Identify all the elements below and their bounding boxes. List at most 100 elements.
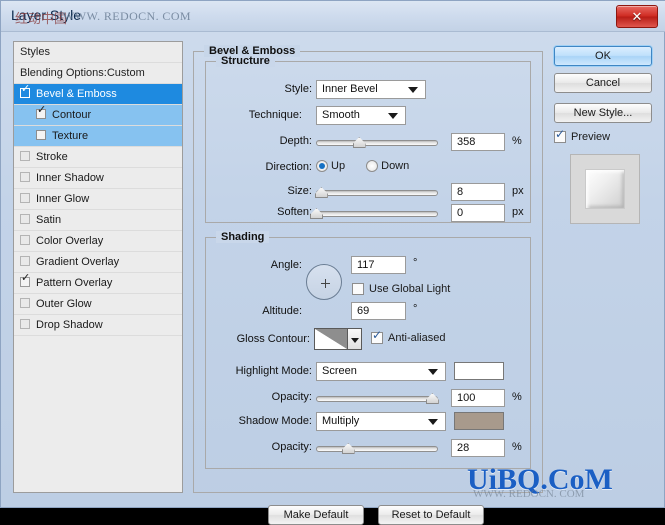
highlight-mode-select[interactable]: Screen [316, 362, 446, 381]
style-enable-checkbox[interactable] [20, 319, 30, 330]
angle-input[interactable]: 117 [351, 256, 406, 274]
style-enable-checkbox[interactable] [20, 214, 30, 225]
direction-label: Direction: [265, 161, 312, 173]
sidebar-item-bevel-emboss[interactable]: Bevel & Emboss [14, 84, 182, 105]
style-enable-checkbox[interactable] [20, 172, 30, 183]
chevron-down-icon [388, 113, 398, 119]
highlight-opacity-input[interactable]: 100 [451, 389, 505, 407]
title-watermark-url: WWW. REDOCN. COM [63, 9, 191, 23]
style-item-label: Satin [36, 214, 62, 226]
angle-label: Angle: [270, 259, 302, 271]
style-item-label: Stroke [36, 151, 68, 163]
preview-checkbox-row[interactable]: Preview [554, 128, 652, 145]
style-enable-checkbox[interactable] [36, 130, 46, 141]
shadow-mode-select[interactable]: Multiply [316, 412, 446, 431]
style-enable-checkbox[interactable] [20, 298, 30, 309]
highlight-opacity-slider-track [316, 396, 438, 402]
depth-input[interactable]: 358 [451, 133, 505, 151]
shadow-mode-value: Multiply [322, 415, 360, 427]
chevron-down-icon [428, 419, 438, 425]
soften-slider[interactable] [310, 208, 438, 219]
altitude-input[interactable]: 69 [351, 302, 406, 320]
make-default-button[interactable]: Make Default [268, 505, 364, 525]
depth-label: Depth: [279, 135, 312, 147]
depth-unit: % [512, 135, 522, 147]
style-enable-checkbox[interactable] [20, 256, 30, 267]
shadow-color-swatch[interactable] [454, 412, 504, 430]
style-enable-checkbox[interactable] [20, 193, 30, 204]
direction-down-radio[interactable] [366, 160, 379, 173]
sidebar-item-inner-glow[interactable]: Inner Glow [14, 189, 182, 210]
style-item-label: Gradient Overlay [36, 256, 120, 268]
soften-unit: px [512, 206, 524, 218]
highlight-opacity-unit: % [512, 391, 522, 403]
chevron-down-icon [408, 87, 418, 93]
style-enable-checkbox[interactable] [20, 235, 30, 246]
title-bar: Layer Style 红动中国 WWW. REDOCN. COM ✕ [1, 1, 665, 32]
sidebar-item-contour[interactable]: Contour [14, 105, 182, 126]
use-global-light-label: Use Global Light [369, 283, 451, 296]
soften-input[interactable]: 0 [451, 204, 505, 222]
size-slider-thumb[interactable] [314, 187, 328, 198]
use-global-light-control[interactable]: Use Global Light [352, 283, 451, 296]
style-enable-checkbox[interactable] [20, 84, 30, 99]
depth-slider[interactable] [316, 137, 438, 148]
sidebar-item-texture[interactable]: Texture [14, 126, 182, 147]
anti-aliased-checkbox[interactable] [371, 329, 383, 345]
anti-aliased-label: Anti-aliased [388, 332, 446, 345]
direction-up-radio[interactable] [316, 160, 328, 173]
shadow-opacity-slider[interactable] [316, 443, 438, 454]
anti-aliased-control[interactable]: Anti-aliased [371, 329, 446, 345]
style-enable-checkbox[interactable] [20, 151, 30, 162]
style-select[interactable]: Inner Bevel [316, 80, 426, 99]
styles-list-panel[interactable]: Styles Blending Options:Custom Bevel & E… [13, 41, 183, 493]
direction-radio-group[interactable]: Up Down [316, 160, 427, 173]
shadow-opacity-input[interactable]: 28 [451, 439, 505, 457]
sidebar-item-outer-glow[interactable]: Outer Glow [14, 294, 182, 315]
sidebar-item-stroke[interactable]: Stroke [14, 147, 182, 168]
sidebar-item-drop-shadow[interactable]: Drop Shadow [14, 315, 182, 336]
style-enable-checkbox[interactable] [36, 105, 46, 120]
preview-checkbox[interactable] [554, 128, 566, 144]
highlight-mode-label: Highlight Mode: [235, 365, 312, 377]
use-global-light-checkbox[interactable] [352, 283, 364, 296]
shadow-opacity-slider-thumb[interactable] [341, 443, 355, 454]
ok-button[interactable]: OK [554, 46, 652, 66]
new-style-button[interactable]: New Style... [554, 103, 652, 123]
gloss-contour-dropdown[interactable] [348, 328, 362, 350]
close-button[interactable]: ✕ [616, 5, 658, 28]
structure-group-title: Structure [216, 55, 275, 67]
highlight-opacity-slider-thumb[interactable] [425, 393, 439, 404]
technique-select[interactable]: Smooth [316, 106, 406, 125]
style-item-label: Inner Glow [36, 193, 90, 205]
style-item-label: Bevel & Emboss [36, 88, 117, 100]
highlight-opacity-slider[interactable] [316, 393, 439, 404]
sidebar-item-color-overlay[interactable]: Color Overlay [14, 231, 182, 252]
gloss-contour-swatch[interactable] [314, 328, 348, 350]
direction-row: Direction: Up Down [206, 158, 532, 178]
style-enable-checkbox[interactable] [20, 273, 30, 288]
sidebar-item-inner-shadow[interactable]: Inner Shadow [14, 168, 182, 189]
sidebar-item-satin[interactable]: Satin [14, 210, 182, 231]
preview-thumbnail-shape [585, 169, 625, 209]
highlight-mode-row: Highlight Mode: Screen [206, 362, 532, 382]
sidebar-item-blending-options[interactable]: Blending Options:Custom [14, 63, 182, 84]
use-global-light-row[interactable]: Use Global Light [206, 280, 532, 300]
shadow-opacity-row: Opacity: 28 % [206, 438, 532, 458]
preview-thumbnail [570, 154, 640, 224]
size-input[interactable]: 8 [451, 183, 505, 201]
chevron-down-icon [351, 338, 359, 343]
cancel-button[interactable]: Cancel [554, 73, 652, 93]
soften-row: Soften: 0 px [206, 203, 532, 223]
direction-up-label: Up [331, 160, 346, 173]
sidebar-item-gradient-overlay[interactable]: Gradient Overlay [14, 252, 182, 273]
size-row: Size: 8 px [206, 182, 532, 202]
reset-to-default-button[interactable]: Reset to Default [378, 505, 484, 525]
gloss-contour-label: Gloss Contour: [236, 333, 310, 345]
highlight-color-swatch[interactable] [454, 362, 504, 380]
size-slider[interactable] [314, 187, 438, 198]
depth-slider-thumb[interactable] [352, 137, 366, 148]
styles-item-container: Bevel & Emboss Contour Texture Stroke Inner … [14, 84, 182, 336]
sidebar-item-pattern-overlay[interactable]: Pattern Overlay [14, 273, 182, 294]
technique-row: Technique: Smooth [206, 106, 532, 126]
